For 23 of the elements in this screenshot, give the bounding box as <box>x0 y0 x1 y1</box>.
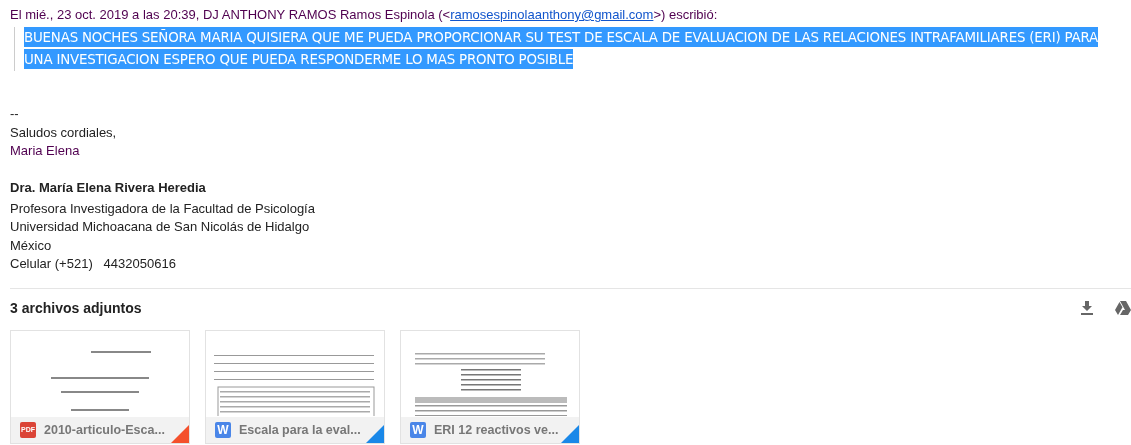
signature-name: Dra. María Elena Rivera Heredia <box>10 179 206 197</box>
signature-line: Celular (+521) 4432050616 <box>10 255 176 273</box>
email-link[interactable]: ramosespinolaanthony@gmail.com <box>450 7 654 22</box>
corner-fold-icon <box>561 424 579 443</box>
file-name: 2010-articulo-Esca... <box>44 422 165 437</box>
file-type-badge: W <box>410 421 426 438</box>
file-name: ERI 12 reactivos ve... <box>434 422 559 437</box>
triangle-drive-icon[interactable] <box>1115 300 1131 315</box>
signature-line: México <box>10 236 52 255</box>
download-icon[interactable] <box>1081 300 1093 315</box>
signature-line: Saludos cordiales, <box>10 123 117 142</box>
attachment-card[interactable]: W ERI 12 reactivos ve... <box>400 329 580 444</box>
file-name: Escala para la eval... <box>239 422 361 437</box>
signature-line: Universidad Michoacana de San Nicolás de Hidalgo <box>10 218 310 236</box>
signature-line: Maria Elena <box>10 142 80 160</box>
corner-fold-icon <box>171 424 189 443</box>
attachments-title: 3 archivos adjuntos <box>10 299 142 316</box>
file-type-badge: W <box>215 421 231 438</box>
signature-separator: -- <box>10 105 19 123</box>
quote-header: El mié., 23 oct. 2019 a las 20:39, DJ ANTHONY RAMOS Ramos Espinola (<ramosespinolaanthony@gmail.com>) escribió: <box>10 6 719 24</box>
attachment-card[interactable]: W Escala para la eval... <box>205 329 385 444</box>
signature-line: Profesora Investigadora de la Facultad de Psicología <box>10 199 315 218</box>
corner-fold-icon <box>366 424 384 443</box>
